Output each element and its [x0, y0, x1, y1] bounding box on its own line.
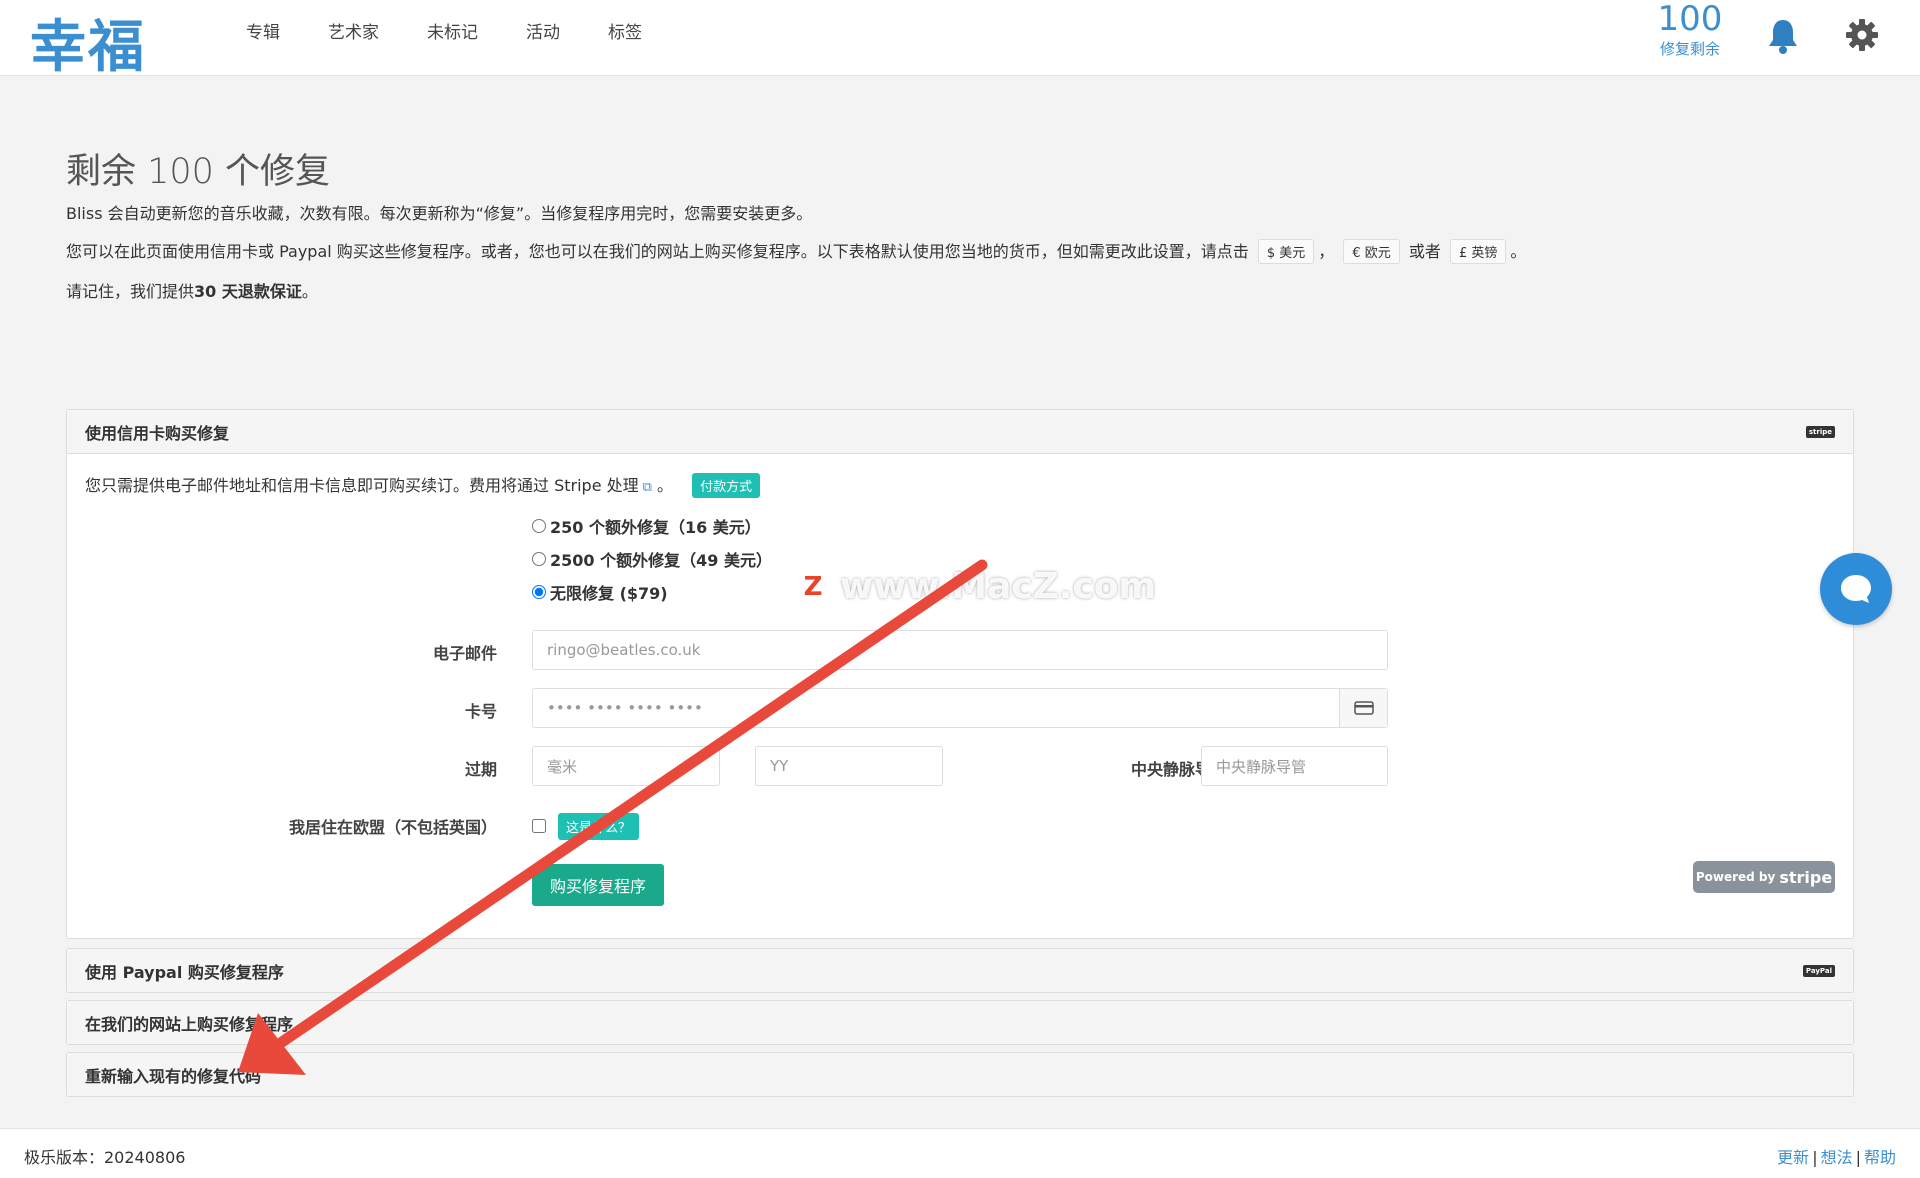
reenter-panel-title: 重新输入现有的修复代码	[85, 1066, 262, 1086]
nav-albums[interactable]: 专辑	[246, 18, 280, 43]
nav-artists[interactable]: 艺术家	[328, 18, 379, 43]
stripe-panel-body: 您只需提供电子邮件地址和信用卡信息即可购买续订。费用将通过 Stripe 处理 ⧉…	[67, 454, 1853, 938]
stripe-description: 您只需提供电子邮件地址和信用卡信息即可购买续订。费用将通过 Stripe 处理 ⧉…	[85, 472, 761, 498]
eu-resident-label: 我居住在欧盟（不包括英国）	[288, 818, 497, 837]
option-2500-label: 2500 个额外修复（49 美元）	[550, 551, 772, 570]
stripe-panel-title: 使用信用卡购买修复	[85, 423, 230, 443]
reenter-code-panel[interactable]: 重新输入现有的修复代码	[66, 1052, 1854, 1097]
watermark-badge: Z	[796, 569, 830, 604]
gear-icon[interactable]	[1844, 17, 1880, 53]
footer: 极乐版本：20240806 更新 | 想法 | 帮助	[0, 1128, 1920, 1178]
refund-paragraph: 请记住，我们提供30 天退款保证。	[66, 278, 318, 302]
buy-fixes-button[interactable]: 购买修复程序	[532, 864, 664, 906]
fix-count-number: 100	[1657, 0, 1723, 39]
expiry-year-field[interactable]: YY	[755, 746, 943, 786]
currency-text: 您可以在此页面使用信用卡或 Paypal 购买这些修复程序。或者，您也可以在我们…	[66, 242, 1249, 261]
refund-guarantee: 30 天退款保证	[194, 282, 302, 301]
fix-counter[interactable]: 100 修复剩余	[1650, 0, 1730, 59]
page-title: 剩余 100 个修复	[66, 152, 331, 192]
option-250-label: 250 个额外修复（16 美元）	[550, 518, 761, 537]
powered-stripe-word: stripe	[1779, 867, 1833, 887]
website-purchase-panel[interactable]: 在我们的网站上购买修复程序	[66, 1000, 1854, 1045]
app-logo[interactable]: 幸福	[30, 2, 146, 83]
currency-gbp-button[interactable]: £ 英镑	[1450, 239, 1507, 264]
nav-activity[interactable]: 活动	[526, 18, 560, 43]
option-250-radio[interactable]	[532, 519, 546, 533]
credit-card-icon	[1339, 689, 1387, 727]
paypal-panel-header[interactable]: 使用 Paypal 购买修复程序 PayPal	[67, 949, 1853, 992]
option-unlimited-radio[interactable]	[532, 585, 546, 599]
nav-tags[interactable]: 标签	[608, 18, 642, 43]
option-unlimited-fixes[interactable]: 无限修复 ($79)	[532, 580, 668, 604]
chat-bubble-icon	[1841, 575, 1871, 603]
reenter-panel-header[interactable]: 重新输入现有的修复代码	[67, 1053, 1853, 1096]
powered-by-text: Powered by	[1695, 870, 1776, 884]
paypal-logo: PayPal	[1802, 964, 1835, 977]
external-link-icon[interactable]: ⧉	[643, 480, 652, 495]
option-250-fixes[interactable]: 250 个额外修复（16 美元）	[532, 514, 761, 538]
currency-usd-button[interactable]: $ 美元	[1257, 239, 1315, 264]
cvc-field[interactable]: 中央静脉导管	[1201, 746, 1388, 786]
currency-comma: ，	[1318, 242, 1335, 261]
top-header: 幸福 专辑 艺术家 未标记 活动 标签 100 修复剩余	[0, 0, 1920, 80]
stripe-desc-end: 。	[657, 476, 674, 495]
card-number-label: 卡号	[464, 702, 497, 721]
main-nav: 专辑 艺术家 未标记 活动 标签	[246, 18, 690, 43]
footer-link-updates[interactable]: 更新	[1777, 1148, 1809, 1167]
fix-count-label: 修复剩余	[1659, 40, 1720, 58]
stripe-panel-header[interactable]: 使用信用卡购买修复 stripe	[67, 410, 1853, 454]
bell-icon[interactable]	[1765, 17, 1801, 55]
refund-pre: 请记住，我们提供	[66, 282, 195, 301]
footer-link-ideas[interactable]: 想法	[1821, 1148, 1853, 1167]
currency-eur-button[interactable]: € 欧元	[1343, 239, 1400, 264]
watermark-text: www.MacZ.com	[840, 566, 1156, 607]
card-number-placeholder: •••• •••• •••• ••••	[547, 699, 703, 717]
payment-methods-button[interactable]: 付款方式	[692, 473, 761, 498]
stripe-logo: stripe	[1805, 425, 1835, 438]
stripe-panel: 使用信用卡购买修复 stripe 您只需提供电子邮件地址和信用卡信息即可购买续订…	[66, 409, 1854, 939]
powered-by-stripe-badge[interactable]: Powered by stripe	[1693, 861, 1835, 893]
email-label: 电子邮件	[432, 644, 497, 663]
stripe-desc-text: 您只需提供电子邮件地址和信用卡信息即可购买续订。费用将通过 Stripe 处理	[85, 476, 639, 495]
intro-paragraph: Bliss 会自动更新您的音乐收藏，次数有限。每次更新称为“修复”。当修复程序用…	[66, 204, 813, 223]
version-label: 极乐版本：20240806	[24, 1148, 186, 1167]
cvc-label: 中央静脉导管	[1130, 760, 1227, 779]
currency-paragraph: 您可以在此页面使用信用卡或 Paypal 购买这些修复程序。或者，您也可以在我们…	[66, 238, 1526, 264]
website-panel-title: 在我们的网站上购买修复程序	[85, 1014, 294, 1034]
footer-link-help[interactable]: 帮助	[1864, 1148, 1896, 1167]
option-unlimited-label: 无限修复 ($79)	[550, 584, 668, 603]
nav-untagged[interactable]: 未标记	[427, 18, 478, 43]
footer-links: 更新 | 想法 | 帮助	[1777, 1148, 1896, 1167]
chat-button[interactable]	[1820, 553, 1892, 625]
currency-period: 。	[1510, 242, 1527, 261]
eu-resident-checkbox[interactable]	[532, 819, 546, 833]
option-2500-fixes[interactable]: 2500 个额外修复（49 美元）	[532, 547, 772, 571]
paypal-panel-title: 使用 Paypal 购买修复程序	[85, 962, 284, 982]
expiry-label: 过期	[464, 760, 497, 779]
refund-post: 。	[301, 282, 318, 301]
currency-or: 或者	[1408, 242, 1441, 261]
watermark: Z www.MacZ.com	[796, 566, 1156, 607]
paypal-panel[interactable]: 使用 Paypal 购买修复程序 PayPal	[66, 948, 1854, 993]
email-field[interactable]: ringo@beatles.co.uk	[532, 630, 1388, 670]
website-panel-header[interactable]: 在我们的网站上购买修复程序	[67, 1001, 1853, 1044]
expiry-month-field[interactable]: 毫米	[532, 746, 720, 786]
card-number-field[interactable]: •••• •••• •••• ••••	[532, 688, 1388, 728]
what-is-this-button[interactable]: 这是什么？	[558, 813, 640, 840]
option-2500-radio[interactable]	[532, 552, 546, 566]
